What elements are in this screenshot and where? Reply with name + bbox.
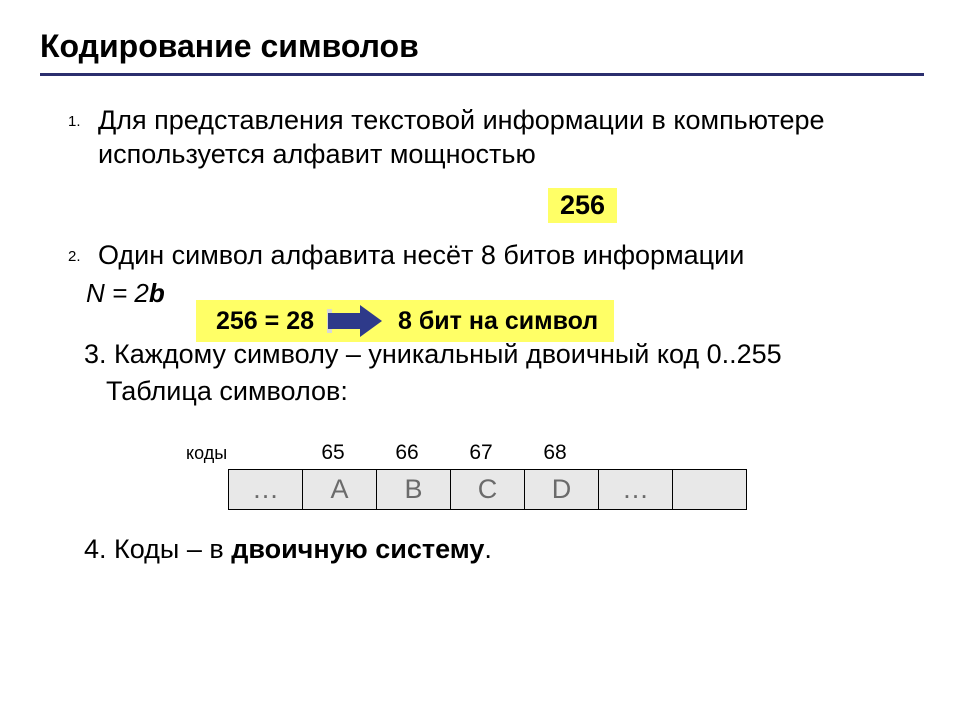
code-num: 66: [370, 441, 444, 465]
char-cell: C: [451, 470, 525, 510]
code-num: 67: [444, 441, 518, 465]
char-cell: …: [229, 470, 303, 510]
arrow-highlight-block: 256 = 28 8 бит на символ: [196, 300, 614, 342]
char-cell: B: [377, 470, 451, 510]
code-num: 68: [518, 441, 592, 465]
slide-title: Кодирование символов: [40, 28, 924, 65]
highlight-256: 256: [548, 188, 617, 223]
item4-prefix: 4. Коды – в: [84, 534, 231, 564]
list-text: Один символ алфавита несёт 8 битов инфор…: [98, 239, 744, 273]
char-table: … A B C D …: [228, 469, 747, 510]
char-cell: …: [599, 470, 673, 510]
highlight-256-wrap: 256: [40, 178, 924, 223]
codes-label: коды: [186, 443, 296, 464]
code-num: 65: [296, 441, 370, 465]
list-number: 2.: [40, 239, 98, 265]
item4-suffix: .: [484, 534, 492, 564]
list-item-3: 3. Каждому символу – уникальный двоичный…: [40, 337, 924, 372]
title-divider: [40, 73, 924, 76]
codes-row: коды 65 66 67 68: [40, 441, 924, 465]
list-item-2: 2. Один символ алфавита несёт 8 битов ин…: [40, 239, 924, 273]
list-number: 1.: [40, 104, 98, 130]
arrow-right-icon: [328, 306, 384, 336]
formula-prefix: N = 2: [86, 278, 149, 308]
char-cell-blank: [673, 470, 747, 510]
arrow-left-text: 256 = 28: [216, 307, 314, 336]
char-cell: A: [303, 470, 377, 510]
list-item-4: 4. Коды – в двоичную систему.: [40, 534, 924, 565]
formula-b: b: [149, 278, 165, 308]
list-text: Для представления текстовой информации в…: [98, 104, 924, 172]
table-row: … A B C D …: [229, 470, 747, 510]
char-cell: D: [525, 470, 599, 510]
item4-bold: двоичную систему: [231, 534, 484, 564]
arrow-right-text: 8 бит на символ: [398, 307, 598, 336]
item3-subtitle: Таблица символов:: [40, 376, 924, 407]
list-item-1: 1. Для представления текстовой информаци…: [40, 104, 924, 172]
